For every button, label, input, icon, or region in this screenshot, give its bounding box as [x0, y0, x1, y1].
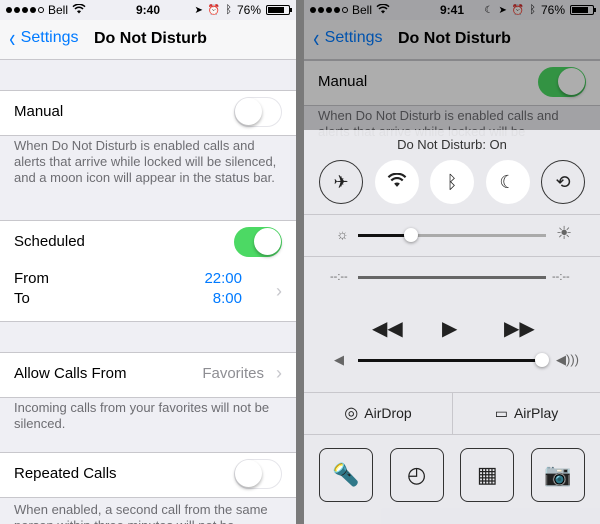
timer-button[interactable]: ◴ — [389, 448, 444, 502]
bluetooth-toggle[interactable]: ᛒ — [430, 160, 474, 204]
manual-label: Manual — [14, 103, 64, 120]
remaining-time: --:-- — [552, 271, 570, 283]
quick-toggles: ✈ ᛒ ☾ ⟲ — [319, 160, 585, 204]
page-title: Do Not Disturb — [94, 30, 207, 47]
repeated-calls-row: Repeated Calls — [0, 453, 296, 497]
fast-forward-button[interactable]: ▶▶ — [504, 316, 535, 341]
volume-high-icon: ◀))) — [556, 352, 579, 367]
repeated-calls-switch[interactable] — [234, 459, 282, 489]
from-time: 22:00 — [204, 270, 242, 287]
bluetooth-icon: ᛒ — [225, 4, 232, 16]
control-center-panel: Do Not Disturb: On ✈ ᛒ ☾ ⟲ ☼ ☀ --:-- --:… — [304, 130, 600, 524]
volume-slider[interactable] — [358, 353, 550, 367]
back-label: Settings — [20, 29, 79, 46]
location-icon: ➤ — [194, 4, 203, 16]
allow-calls-label: Allow Calls From — [14, 365, 127, 382]
moon-icon: ☾ — [499, 171, 516, 192]
calculator-icon: ▦ — [476, 462, 498, 487]
brightness-low-icon: ☼ — [336, 226, 349, 242]
alarm-icon: ⏰ — [207, 4, 221, 16]
control-center-status: Do Not Disturb: On — [397, 137, 507, 152]
rewind-button[interactable]: ◀◀ — [372, 316, 403, 341]
brightness-high-icon: ☀ — [556, 223, 573, 243]
manual-group: Manual — [0, 90, 296, 136]
status-bar: Bell 9:40 ➤ ⏰ ᛒ 76% — [0, 0, 296, 20]
calculator-button[interactable]: ▦ — [460, 448, 515, 502]
utility-shortcuts: 🔦 ◴ ▦ 📷 — [319, 448, 585, 502]
allow-calls-footer: Incoming calls from your favorites will … — [14, 400, 270, 431]
wifi-icon — [387, 172, 407, 193]
back-button[interactable]: ‹ Settings — [8, 23, 79, 53]
volume-low-icon: ◀ — [334, 352, 344, 367]
repeated-calls-label: Repeated Calls — [14, 465, 117, 482]
allow-calls-value: Favorites — [202, 365, 264, 382]
airplane-mode-toggle[interactable]: ✈ — [319, 160, 363, 204]
playback-scrubber[interactable] — [358, 276, 546, 279]
dim-overlay — [304, 0, 600, 130]
timer-icon: ◴ — [407, 462, 427, 487]
airdrop-icon: ◎ — [344, 405, 359, 422]
camera-button[interactable]: 📷 — [530, 448, 585, 502]
chevron-right-icon: › — [276, 363, 282, 383]
chevron-right-icon: › — [276, 281, 282, 301]
repeated-calls-footer: When enabled, a second call from the sam… — [14, 502, 268, 524]
scheduled-label: Scheduled — [14, 233, 85, 250]
camera-icon: 📷 — [544, 462, 572, 487]
divider — [304, 256, 600, 257]
wifi-toggle[interactable] — [374, 160, 419, 204]
divider — [304, 434, 600, 435]
do-not-disturb-toggle[interactable]: ☾ — [485, 160, 530, 204]
battery-percent: 76% — [236, 3, 261, 17]
airplay-button[interactable]: ▭ AirPlay — [453, 392, 600, 434]
schedule-times-row[interactable]: From To 22:00 8:00 › — [0, 265, 296, 321]
to-label: To — [14, 290, 30, 307]
scheduled-group: Scheduled From To 22:00 8:00 › — [0, 220, 296, 322]
airplay-icon: ▭ — [494, 404, 508, 421]
rotation-lock-toggle[interactable]: ⟲ — [541, 160, 585, 204]
rotation-lock-icon: ⟲ — [555, 171, 571, 192]
scheduled-switch[interactable] — [234, 227, 282, 257]
brightness-slider[interactable] — [358, 228, 546, 242]
settings-screen: Bell 9:40 ➤ ⏰ ᛒ 76% ‹ Settings Do Not Di… — [0, 0, 296, 524]
battery-icon — [266, 5, 292, 15]
manual-switch[interactable] — [234, 97, 282, 127]
elapsed-time: --:-- — [330, 271, 348, 283]
navigation-bar: ‹ Settings Do Not Disturb — [0, 20, 296, 60]
airdrop-button[interactable]: ◎ AirDrop — [304, 392, 452, 434]
screen-divider — [296, 0, 304, 524]
allow-calls-row[interactable]: Allow Calls From Favorites › — [0, 353, 296, 397]
bluetooth-icon: ᛒ — [446, 171, 458, 192]
manual-footer: When Do Not Disturb is enabled calls and… — [14, 138, 277, 185]
play-button[interactable]: ▶ — [442, 316, 457, 341]
airdrop-label: AirDrop — [364, 405, 412, 421]
scheduled-row: Scheduled — [0, 221, 296, 265]
flashlight-button[interactable]: 🔦 — [319, 448, 373, 502]
manual-row: Manual — [0, 91, 296, 135]
control-center-screen: Bell 9:41 ☾ ➤ ⏰ ᛒ 76% ‹ Settings Do Not … — [304, 0, 600, 524]
flashlight-icon: 🔦 — [332, 462, 360, 487]
airplay-label: AirPlay — [513, 405, 559, 421]
from-label: From — [14, 270, 49, 287]
allow-calls-group: Allow Calls From Favorites › — [0, 352, 296, 398]
repeated-calls-group: Repeated Calls — [0, 452, 296, 498]
airplane-icon: ✈ — [333, 171, 349, 192]
to-time: 8:00 — [212, 290, 242, 307]
divider — [304, 214, 600, 215]
chevron-left-icon: ‹ — [9, 23, 16, 53]
